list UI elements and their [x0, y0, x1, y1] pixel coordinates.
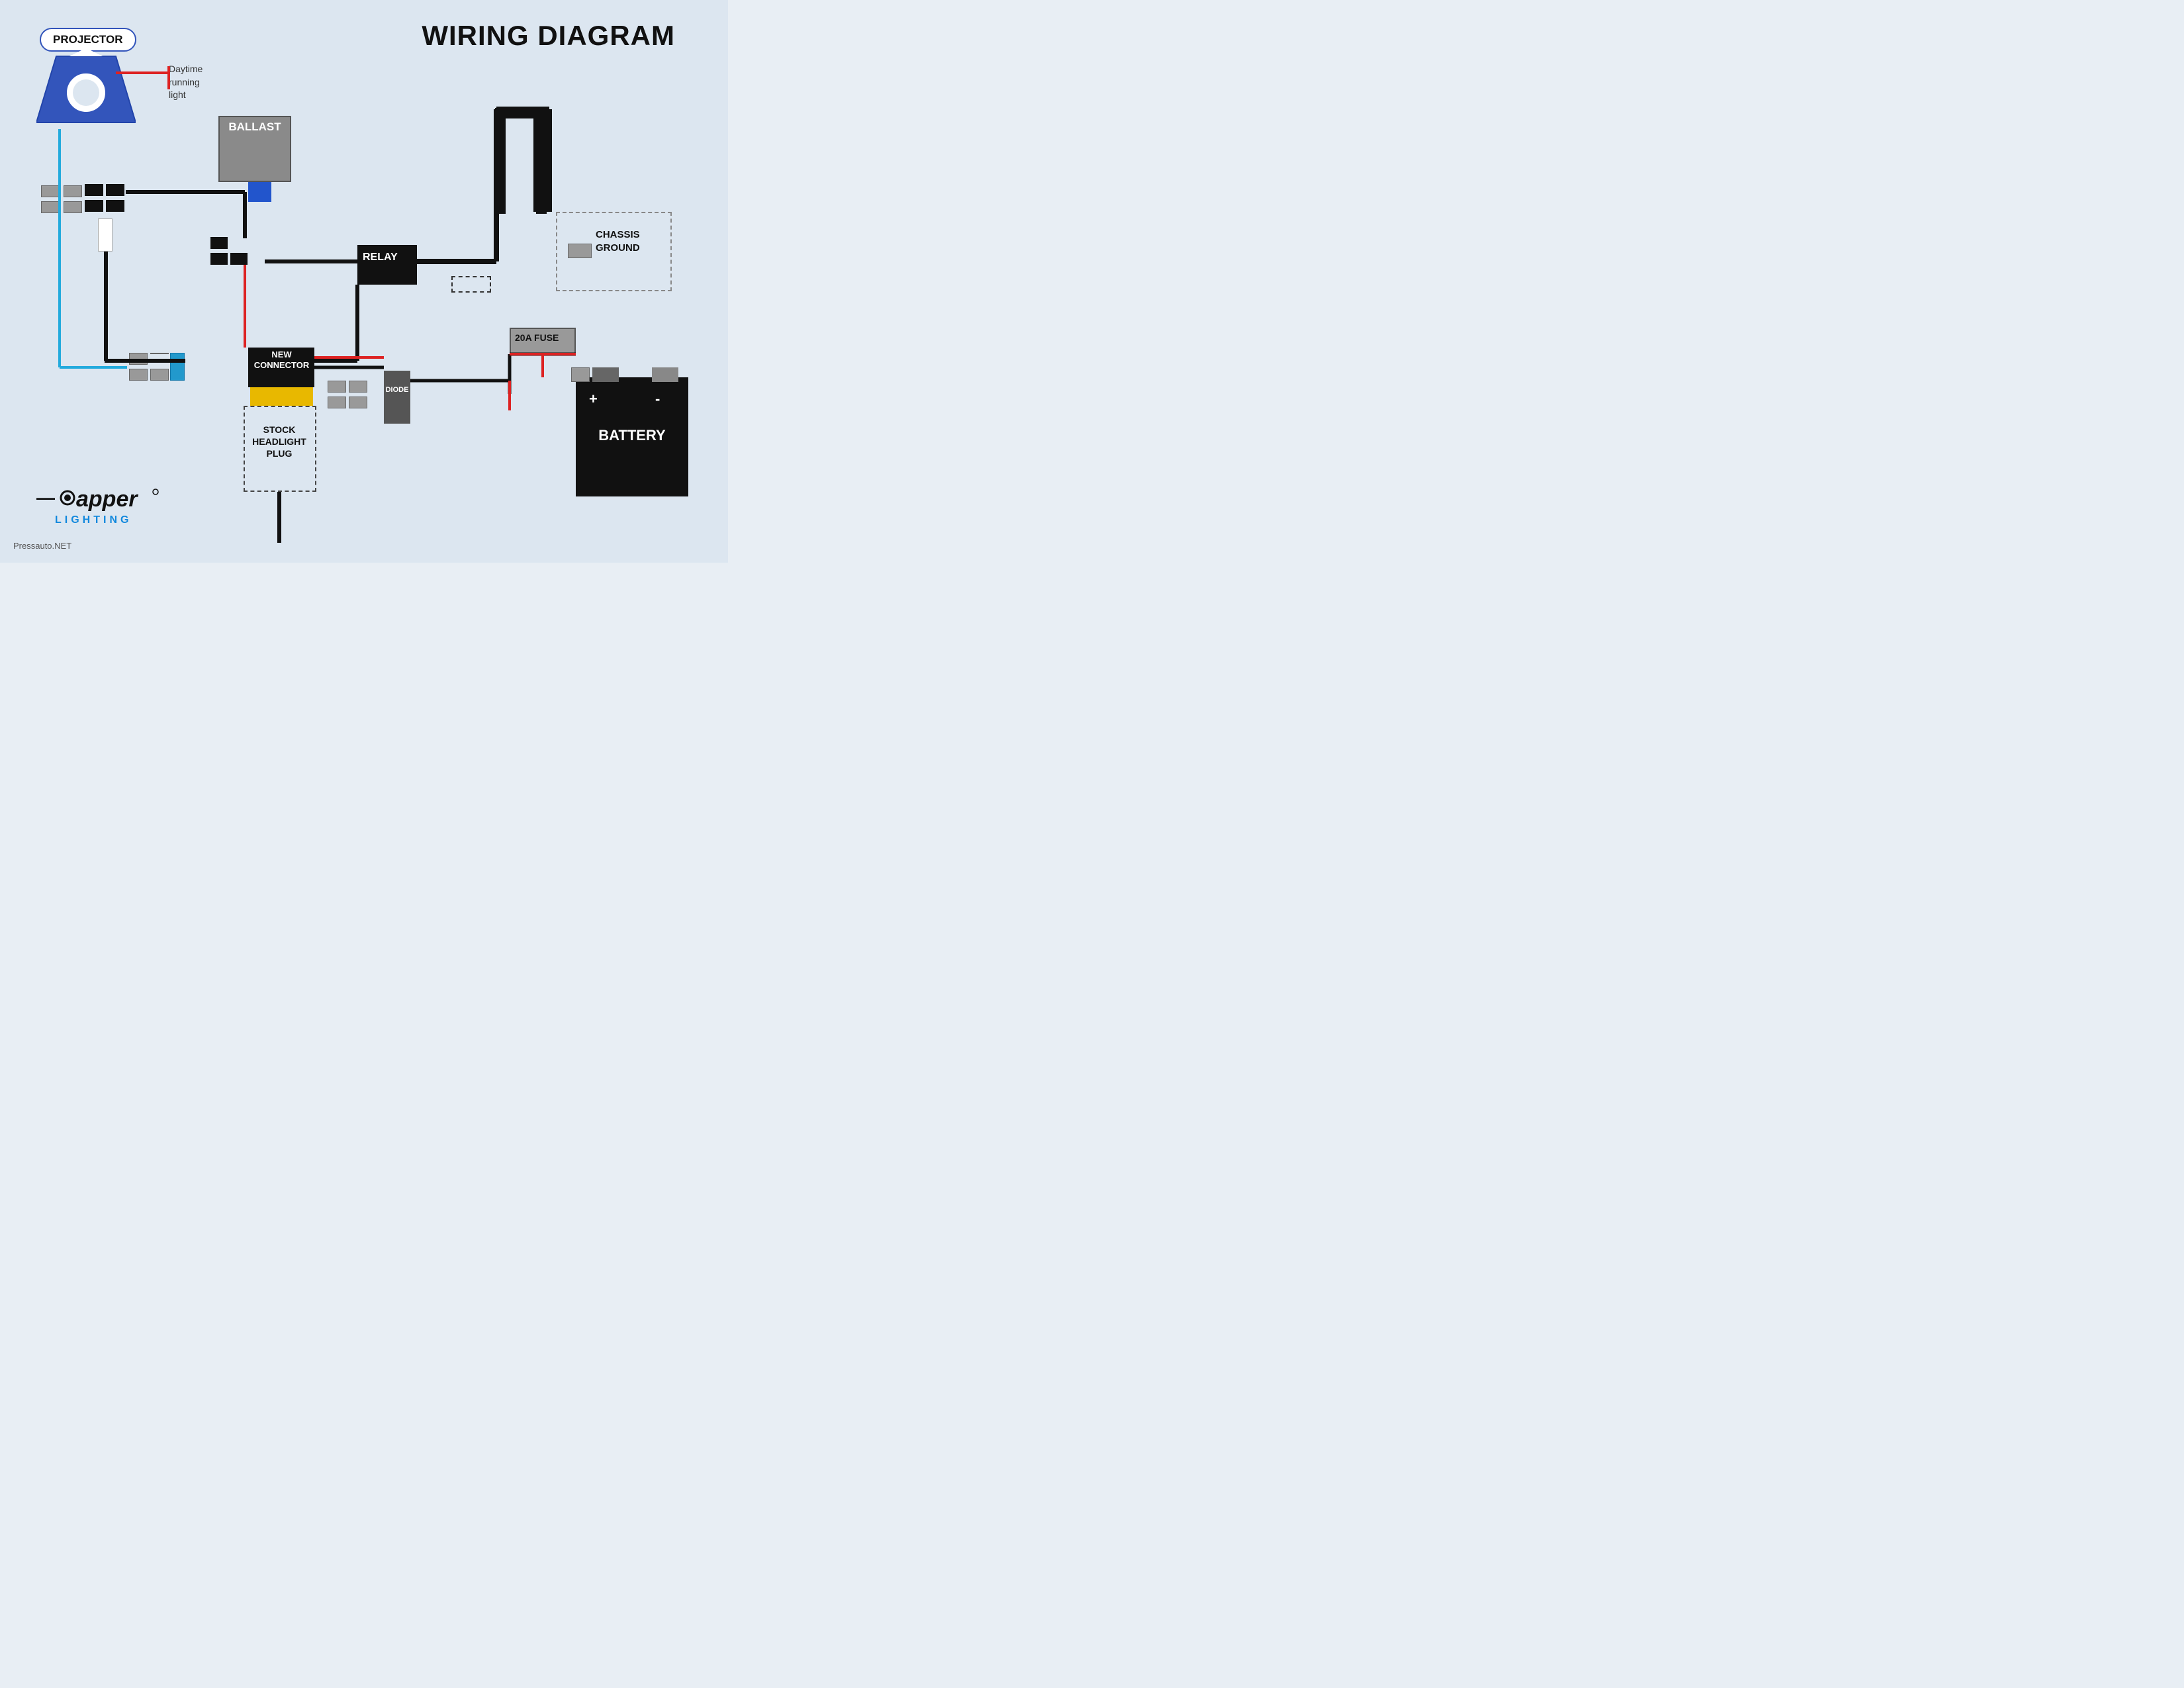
gray-plug-6 — [150, 353, 169, 354]
diode-box — [384, 371, 410, 424]
diode-label: DIODE — [385, 386, 409, 395]
black-plug-7 — [210, 253, 228, 265]
chassis-connector — [568, 244, 592, 258]
pressauto-url: Pressauto.NET — [13, 541, 71, 551]
battery-plus-symbol: + — [589, 391, 598, 408]
black-plug-5 — [210, 237, 228, 249]
gray-plug-5 — [129, 353, 148, 365]
svg-text:apper: apper — [76, 487, 138, 512]
diagram-container: WIRING DIAGRAM PROJECTOR Daytime running… — [0, 0, 728, 563]
white-connector — [98, 218, 113, 252]
battery-terminal-negative — [652, 367, 678, 382]
gray-plug-battery-left — [571, 367, 590, 382]
black-plug-1 — [85, 184, 103, 196]
yellow-connector-pins — [250, 387, 313, 406]
gray-plug-4 — [64, 201, 82, 213]
logo-dash: — — [36, 487, 55, 508]
relay-label: RELAY — [363, 252, 398, 263]
black-plug-3 — [85, 200, 103, 212]
projector-label: PROJECTOR — [40, 28, 136, 52]
ballast-blue-connector — [248, 182, 271, 202]
gray-plug-9 — [328, 381, 346, 393]
gray-plug-3 — [41, 201, 60, 213]
black-plug-2 — [106, 184, 124, 196]
ballast-label: BALLAST — [225, 120, 285, 134]
fuse-label: 20A FUSE — [515, 332, 559, 343]
gray-plug-1 — [41, 185, 60, 197]
gray-plug-11 — [328, 397, 346, 408]
black-plug-4 — [106, 200, 124, 212]
page-title: WIRING DIAGRAM — [422, 20, 675, 52]
new-connector-label: NEW CONNECTOR — [250, 350, 313, 370]
relay-box — [357, 245, 417, 285]
logo-dapper-text: apper — [58, 481, 163, 514]
battery-label: BATTERY — [579, 427, 685, 444]
gray-plug-7 — [129, 369, 148, 381]
black-plug-8 — [230, 253, 248, 265]
gray-plug-8 — [150, 369, 169, 381]
gray-plug-12 — [349, 397, 367, 408]
projector-shape — [36, 50, 136, 129]
battery-terminal-positive — [592, 367, 619, 382]
logo-lighting-text: LIGHTING — [55, 514, 163, 526]
blue-connector-left — [170, 353, 185, 381]
dapper-lighting-logo: — apper LIGHTING — [36, 481, 163, 526]
drl-label: Daytime running light — [169, 63, 203, 102]
gray-plug-2 — [64, 185, 82, 197]
stock-headlight-plug-label: STOCK HEADLIGHT PLUG — [250, 424, 308, 460]
battery-minus-symbol: - — [655, 391, 660, 408]
chassis-ground-label: CHASSIS GROUND — [596, 228, 640, 254]
ballast-dashes — [451, 276, 491, 293]
gray-plug-10 — [349, 381, 367, 393]
